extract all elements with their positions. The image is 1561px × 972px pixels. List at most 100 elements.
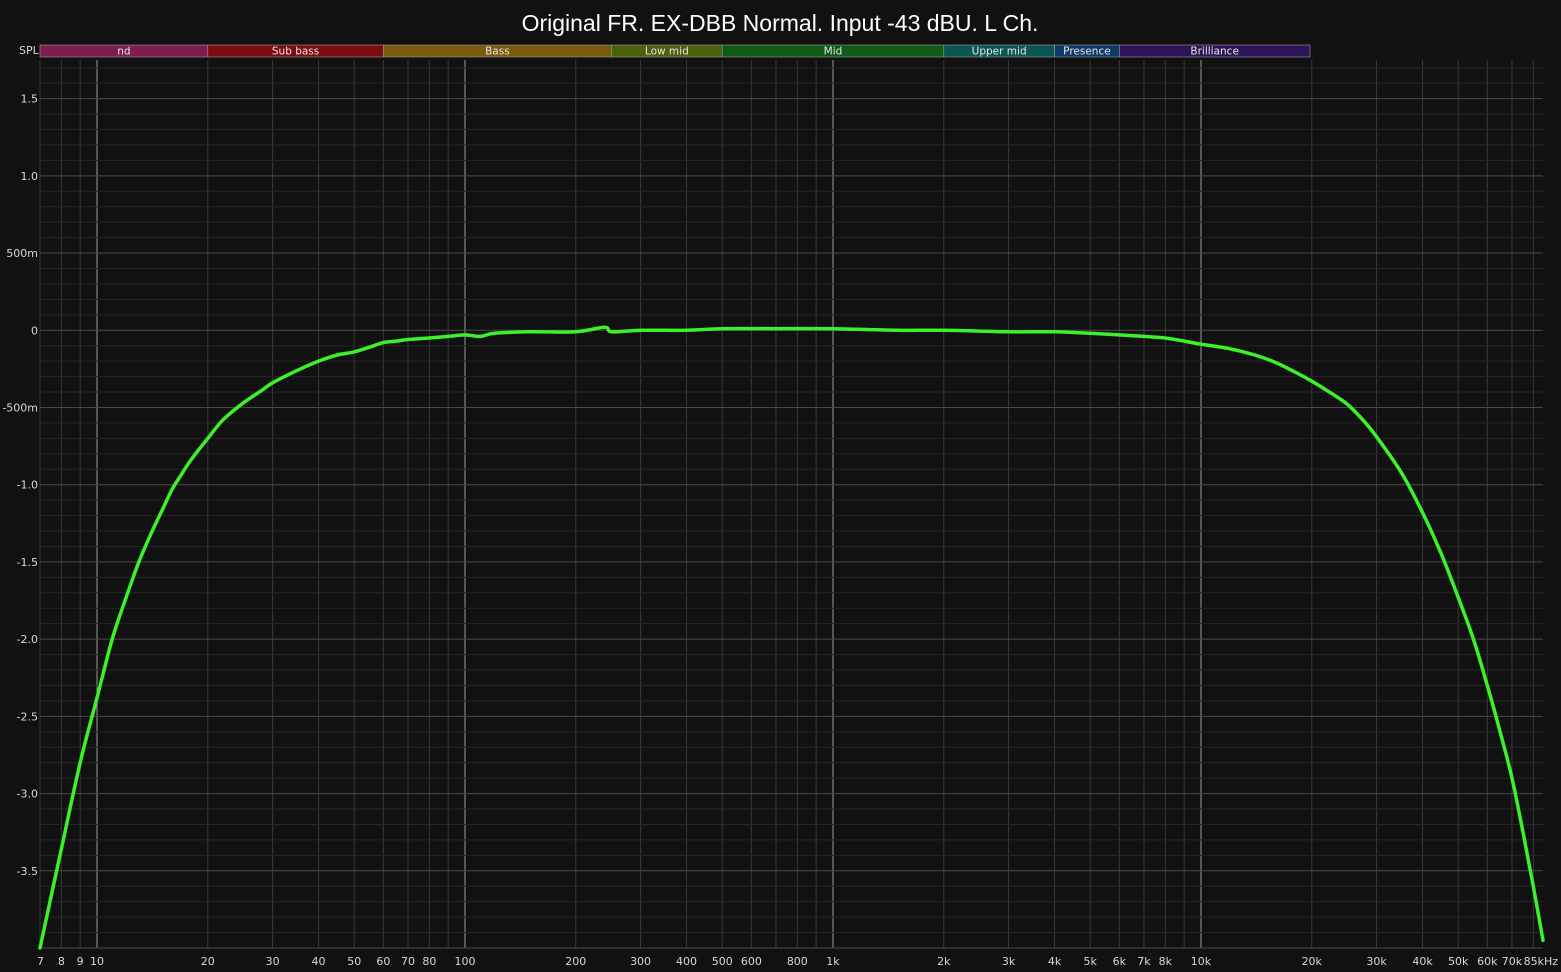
- y-axis-label: SPL: [19, 44, 40, 57]
- y-tick-label: -2.0: [17, 633, 38, 646]
- data-point: [1375, 435, 1378, 438]
- band-low-mid: Low mid: [611, 44, 723, 58]
- data-point: [189, 458, 193, 462]
- data-point: [1510, 776, 1514, 780]
- x-tick-label: 600: [741, 955, 762, 968]
- data-point: [1532, 885, 1535, 888]
- x-tick-label: 50k: [1448, 955, 1469, 968]
- x-tick-label: 30k: [1366, 955, 1387, 968]
- data-point: [1007, 330, 1010, 333]
- x-tick-label: 10k: [1191, 955, 1212, 968]
- data-point: [1142, 335, 1146, 338]
- x-tick-label: 1k: [826, 955, 840, 968]
- y-tick-label: -2.5: [17, 710, 38, 723]
- y-tick-label: -3.5: [17, 865, 38, 878]
- data-point: [206, 437, 209, 440]
- frequency-bands: nd Sub bass Bass Low mid Mid Upper mid Presenc…: [39, 44, 1311, 58]
- data-point: [160, 509, 163, 513]
- x-tick-label: 3k: [1002, 955, 1016, 968]
- x-tick-label: 7k: [1137, 955, 1151, 968]
- x-tick-label: 20: [201, 955, 215, 968]
- data-point: [492, 332, 496, 335]
- y-tick-label: -3.0: [17, 788, 38, 801]
- data-point: [685, 329, 688, 332]
- data-point: [1274, 361, 1278, 364]
- band-label: Sub bass: [272, 46, 319, 58]
- x-tick-label: 50: [347, 955, 361, 968]
- data-point: [1089, 332, 1092, 335]
- data-point: [1541, 939, 1545, 942]
- data-point: [38, 946, 42, 950]
- y-tick-label: 1.5: [21, 93, 39, 106]
- x-tick-label: 80: [422, 955, 436, 968]
- data-point: [1164, 336, 1167, 340]
- band-brilliance: Brilliance: [1119, 44, 1311, 58]
- band-label: Low mid: [645, 46, 689, 58]
- data-point: [1182, 339, 1186, 343]
- data-point: [111, 637, 114, 641]
- data-point: [296, 369, 299, 372]
- x-tick-label: 30: [266, 955, 280, 968]
- x-tick-label: 4k: [1048, 955, 1062, 968]
- data-point: [639, 329, 642, 332]
- x-tick-label: 300: [630, 955, 651, 968]
- x-tick-label: 6k: [1113, 955, 1127, 968]
- x-tick-label: 20k: [1302, 955, 1323, 968]
- data-point: [1228, 347, 1232, 350]
- data-point: [528, 330, 531, 333]
- data-point: [1400, 471, 1403, 474]
- data-point: [831, 327, 835, 330]
- data-point: [353, 350, 356, 354]
- data-point: [368, 346, 371, 349]
- data-point: [79, 761, 82, 764]
- data-point: [1253, 353, 1257, 357]
- data-point: [1364, 421, 1367, 425]
- data-point: [180, 472, 183, 476]
- x-tick-label: 70k: [1502, 955, 1523, 968]
- data-point: [1421, 511, 1424, 514]
- band-mid: Mid: [721, 44, 945, 58]
- y-tick-label: -1.5: [17, 556, 38, 569]
- data-point: [1118, 333, 1121, 337]
- data-point: [610, 330, 613, 333]
- chart-title: Original FR. EX-DBB Normal. Input -43 dB…: [522, 10, 1039, 36]
- data-point: [382, 341, 385, 344]
- x-tick-label: 200: [565, 955, 586, 968]
- x-tick-label: 7: [37, 955, 44, 968]
- data-point: [603, 326, 607, 329]
- data-point: [574, 330, 577, 333]
- x-tick-label: 9: [77, 955, 84, 968]
- data-point: [896, 329, 899, 332]
- band-sub-bass: Sub bass: [207, 44, 384, 58]
- data-point: [1310, 380, 1314, 383]
- data-point: [242, 401, 245, 404]
- data-point: [463, 333, 467, 337]
- data-point: [124, 596, 128, 599]
- data-point: [1472, 637, 1475, 641]
- x-tick-label: 2k: [937, 955, 951, 968]
- data-point: [149, 532, 152, 536]
- data-point: [447, 335, 450, 338]
- data-point: [1486, 684, 1489, 687]
- x-tick-label: 8k: [1159, 955, 1173, 968]
- data-point: [774, 327, 778, 330]
- x-tick-label: 85kHz: [1524, 955, 1559, 968]
- band-label: Bass: [485, 46, 510, 58]
- x-tick-label: 60: [376, 955, 390, 968]
- data-point: [1440, 553, 1443, 556]
- x-tick-label: 100: [454, 955, 475, 968]
- x-tick-label: 500: [712, 955, 733, 968]
- data-point: [1325, 389, 1329, 392]
- data-point: [479, 335, 482, 338]
- x-tick-label: 40k: [1412, 955, 1433, 968]
- data-point: [428, 336, 431, 340]
- data-point: [1457, 596, 1460, 599]
- y-tick-label: 1.0: [21, 170, 39, 183]
- data-point: [1199, 343, 1203, 346]
- y-tick-label: 0: [31, 324, 38, 337]
- y-tick-label: -1.0: [17, 479, 38, 492]
- band-label: Brilliance: [1190, 46, 1239, 58]
- band-label: Mid: [824, 46, 843, 58]
- x-tick-label: 800: [787, 955, 808, 968]
- x-tick-label: 5k: [1084, 955, 1098, 968]
